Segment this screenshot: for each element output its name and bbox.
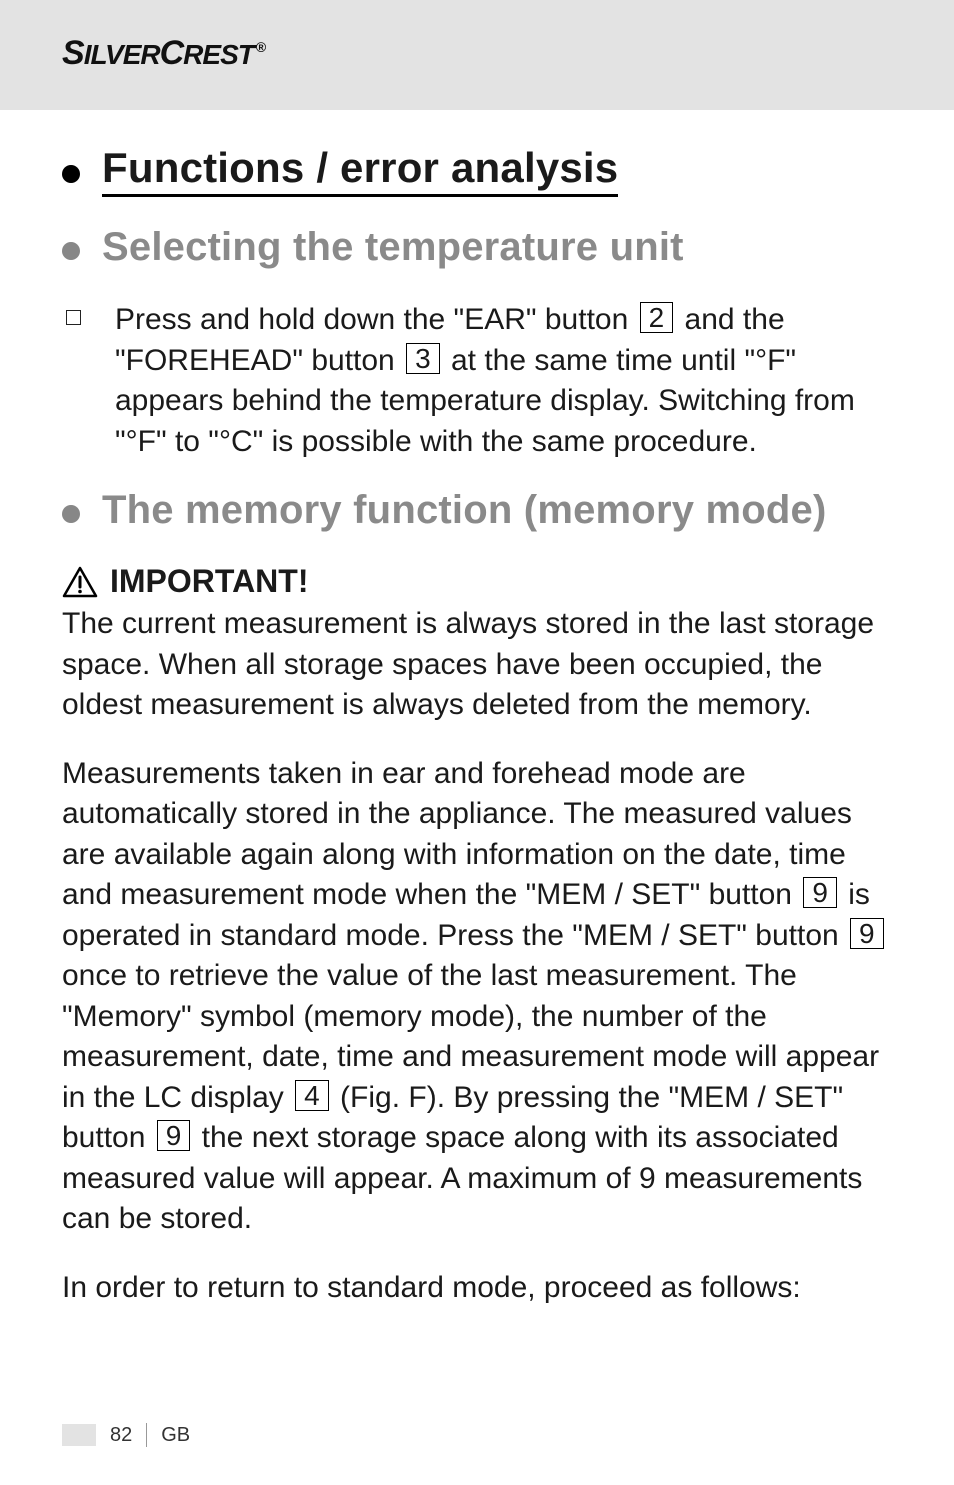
step-text: Press and hold down the "EAR" button 2 a… — [115, 300, 892, 462]
text-fragment: Press and hold down the "EAR" button — [115, 303, 637, 336]
part-ref: 2 — [640, 302, 674, 333]
square-marker-icon — [66, 310, 81, 325]
page-number: 82 — [110, 1424, 132, 1447]
header-band: SILVERCREST® — [0, 0, 954, 110]
h2-text: The memory function (memory mode) — [102, 488, 826, 533]
text-fragment: Measurements taken in ear and forehead m… — [62, 757, 852, 912]
part-ref: 3 — [406, 343, 440, 374]
return-line: In order to return to standard mode, pro… — [62, 1268, 892, 1309]
heading-selecting-unit: Selecting the temperature unit — [62, 225, 892, 270]
important-label: IMPORTANT! — [110, 563, 308, 600]
heading-functions: Functions / error analysis — [62, 144, 892, 197]
bullet-icon — [62, 242, 80, 260]
part-ref: 4 — [295, 1080, 329, 1111]
heading-memory-function: The memory function (memory mode) — [62, 488, 892, 533]
instruction-step: Press and hold down the "EAR" button 2 a… — [62, 300, 892, 462]
h1-text: Functions / error analysis — [102, 144, 618, 197]
part-ref: 9 — [803, 877, 837, 908]
footer-tab-icon — [62, 1424, 96, 1446]
divider-icon — [146, 1423, 147, 1447]
memory-body: Measurements taken in ear and forehead m… — [62, 754, 892, 1240]
brand-logo: SILVERCREST® — [62, 34, 954, 73]
bullet-icon — [62, 505, 80, 523]
warning-triangle-icon — [62, 566, 98, 598]
h2-text: Selecting the temperature unit — [102, 225, 684, 270]
region-code: GB — [161, 1424, 190, 1447]
part-ref: 9 — [157, 1120, 191, 1151]
page-footer: 82 GB — [62, 1423, 190, 1447]
important-heading: IMPORTANT! — [62, 563, 892, 600]
important-body: The current measurement is always stored… — [62, 604, 892, 726]
bullet-icon — [62, 165, 80, 183]
part-ref: 9 — [850, 918, 884, 949]
page-content: Functions / error analysis Selecting the… — [0, 110, 954, 1308]
